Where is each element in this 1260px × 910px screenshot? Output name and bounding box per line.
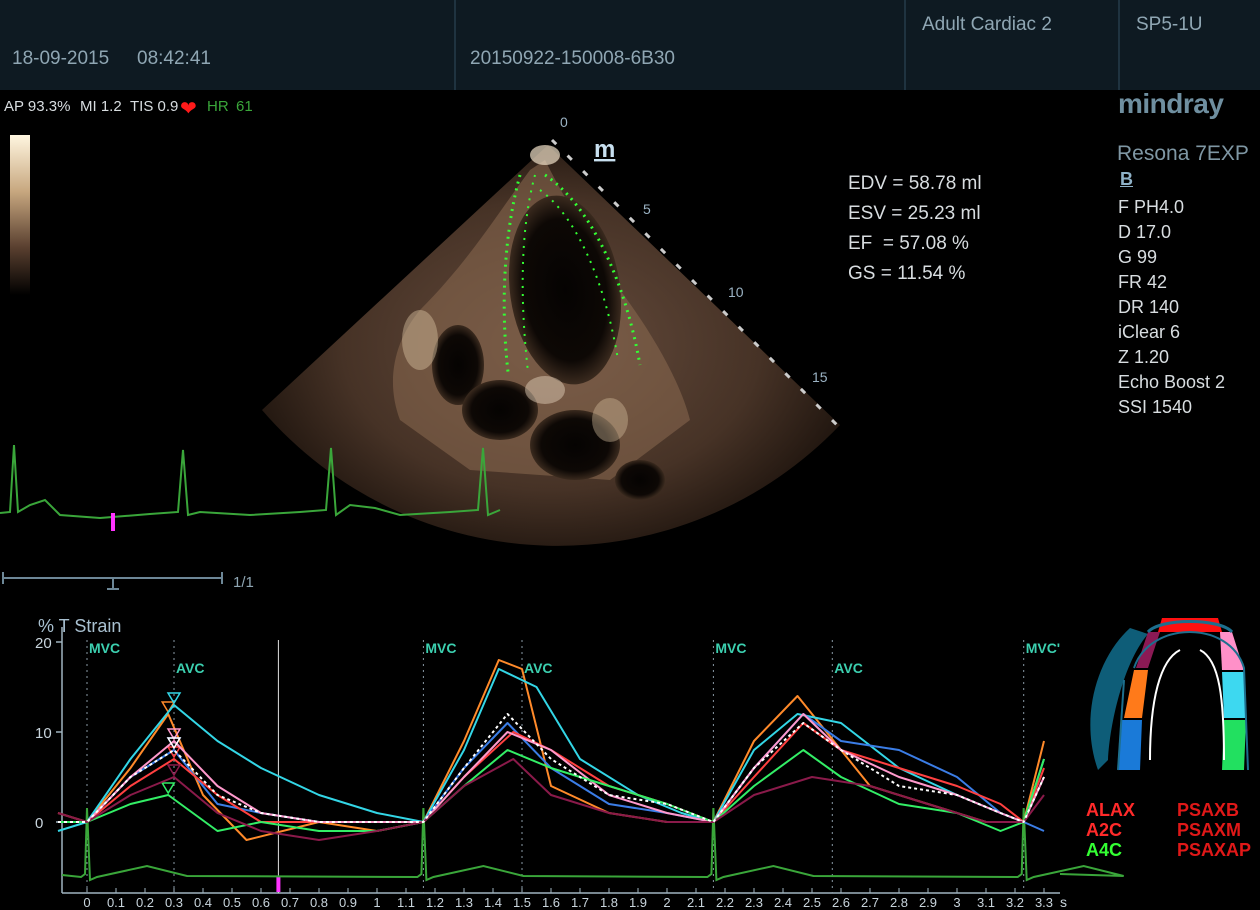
event-label-avc: AVC: [524, 660, 553, 676]
ecg-cursor[interactable]: [111, 513, 115, 531]
legend-a4c[interactable]: A4C: [1086, 840, 1122, 861]
x-tick-label: 0.7: [281, 895, 299, 910]
probe-orientation-mark: m: [594, 136, 615, 163]
event-label-avc: AVC: [176, 660, 205, 676]
event-label-avc: AVC: [834, 660, 863, 676]
legend-psaxm[interactable]: PSAXM: [1177, 820, 1241, 841]
strain-curve[interactable]: [58, 722, 1045, 823]
segment-sept-mid[interactable]: [1124, 670, 1148, 718]
x-tick-label: 1.6: [542, 895, 560, 910]
segment-lat-apical[interactable]: [1220, 632, 1244, 670]
x-tick-label: 2.3: [745, 895, 763, 910]
depth-label: 15: [812, 369, 828, 385]
time-cursor-marker[interactable]: [276, 876, 281, 892]
cine-scrollbar[interactable]: [2, 572, 223, 590]
x-tick-label: 2: [663, 895, 670, 910]
cine-frame-counter: 1/1: [233, 574, 254, 591]
y-tick-label: 0: [35, 815, 43, 832]
legend-alax[interactable]: ALAX: [1086, 800, 1135, 821]
x-tick-label: 2.9: [919, 895, 937, 910]
event-label-mvc: MVC: [715, 640, 746, 656]
grayscale-bar: [10, 135, 30, 295]
x-tick-label: 0.3: [165, 895, 183, 910]
x-tick-label: 2.2: [716, 895, 734, 910]
x-tick-label: 2.1: [687, 895, 705, 910]
x-tick-label: 1.3: [455, 895, 473, 910]
event-label-mvc: MVC: [89, 640, 120, 656]
x-tick-label: 1.5: [513, 895, 531, 910]
x-tick-label: 0.4: [194, 895, 212, 910]
legend-a2c[interactable]: A2C: [1086, 820, 1122, 841]
echo-image: [262, 145, 840, 546]
chart-ecg-trace: [61, 807, 1124, 882]
x-tick-label: 2.5: [803, 895, 821, 910]
x-tick-label: 1: [373, 895, 380, 910]
x-tick-label: 3: [953, 895, 960, 910]
legend-psaxap[interactable]: PSAXAP: [1177, 840, 1251, 861]
x-tick-label: 1.4: [484, 895, 502, 910]
x-tick-label: 3.3: [1035, 895, 1053, 910]
depth-label: 0: [560, 114, 568, 130]
x-tick-label: 1.1: [397, 895, 415, 910]
x-tick-label: 0.5: [223, 895, 241, 910]
x-tick-label: 1.9: [629, 895, 647, 910]
x-tick-label: 0.6: [252, 895, 270, 910]
legend-psaxb[interactable]: PSAXB: [1177, 800, 1239, 821]
depth-label: 5: [643, 201, 651, 217]
x-tick-label: 0.2: [136, 895, 154, 910]
ultrasound-display: 0 5 10 15 m 1/1 % T Strain 010200 0.1 0.2 0…: [0, 114, 1249, 910]
x-tick-label: 2.8: [890, 895, 908, 910]
y-tick-label: 10: [35, 725, 52, 742]
x-tick-label: 1.8: [600, 895, 618, 910]
x-tick-label: 0.8: [310, 895, 328, 910]
x-tick-label: 2.7: [861, 895, 879, 910]
x-tick-label: 0.1: [107, 895, 125, 910]
bullseye-segment-map[interactable]: [1090, 618, 1249, 771]
event-label-mvc: MVC': [1026, 640, 1060, 656]
event-label-mvc: MVC: [425, 640, 456, 656]
depth-label: 10: [728, 284, 744, 300]
strain-chart: 0 10 20 0 0.1 0.2 0.3 0.4 0.5 0.6 0.7 0.8 0.9 1 1.1 1.2…: [35, 627, 1124, 910]
peak-marker: [160, 782, 176, 795]
x-tick-label: 0: [83, 895, 90, 910]
x-tick-label: 0.9: [339, 895, 357, 910]
segment-lat-mid[interactable]: [1222, 672, 1246, 718]
x-tick-label: 3.2: [1006, 895, 1024, 910]
strain-curve[interactable]: [57, 758, 1045, 841]
segment-lat-basal[interactable]: [1222, 720, 1246, 770]
strain-chart-title: % T Strain: [38, 616, 121, 636]
x-tick-label: 3.1: [977, 895, 995, 910]
x-unit-label: s: [1060, 894, 1067, 910]
x-tick-label: 2.4: [774, 895, 792, 910]
x-tick-label: 2.6: [832, 895, 850, 910]
y-tick-label: 20: [35, 635, 52, 652]
x-tick-label: 1.2: [426, 895, 444, 910]
x-tick-label: 1.7: [571, 895, 589, 910]
